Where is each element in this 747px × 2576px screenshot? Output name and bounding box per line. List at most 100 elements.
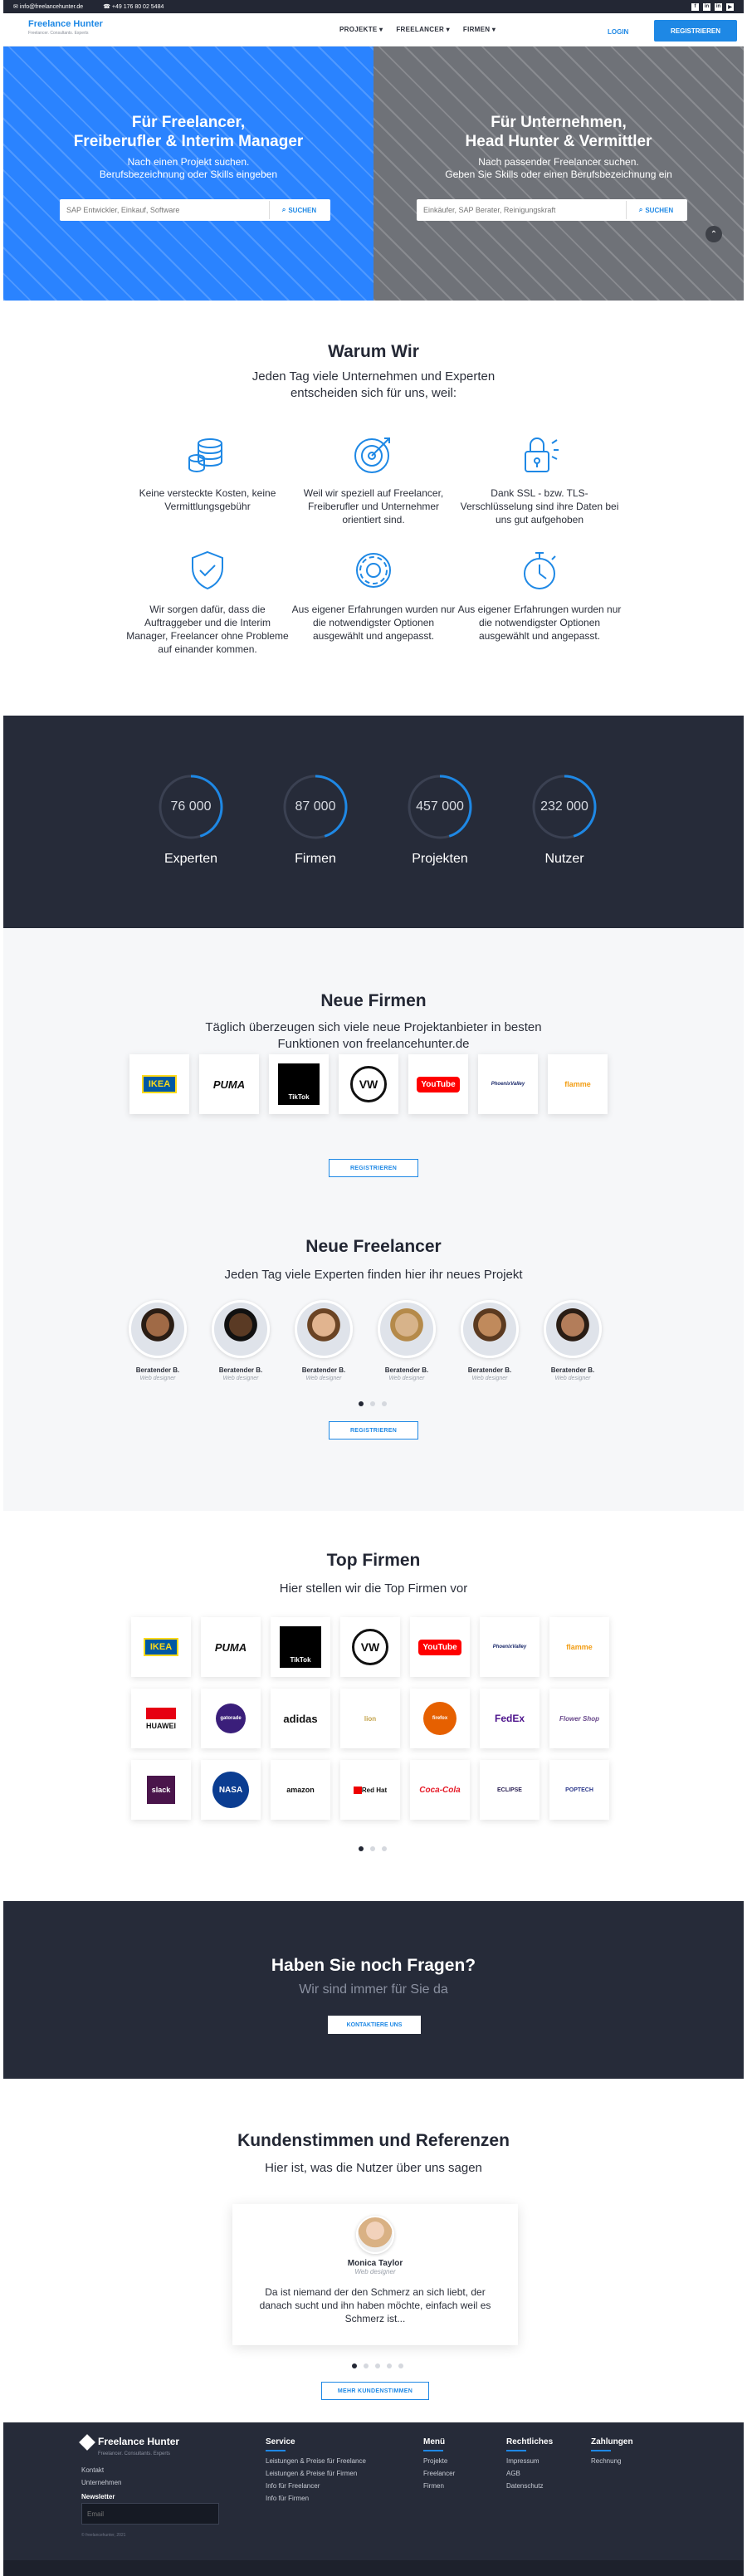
company-logo-card[interactable]: PhoenixValley xyxy=(478,1054,538,1114)
company-logo-card[interactable]: gatorade xyxy=(201,1689,261,1748)
company-logo-card[interactable]: YouTube xyxy=(408,1054,468,1114)
facebook-icon[interactable]: f xyxy=(691,2,699,11)
company-logo-card[interactable]: flamme xyxy=(549,1617,609,1677)
company-logo-card[interactable]: YouTube xyxy=(410,1617,470,1677)
footer-link[interactable]: Rechnung xyxy=(591,2455,633,2467)
footer-link[interactable]: Firmen xyxy=(423,2480,455,2492)
nav-item-freelancer[interactable]: FREELANCER ▾ xyxy=(396,26,450,33)
shield-check-icon xyxy=(192,550,223,590)
company-logo-card[interactable]: ECLIPSE xyxy=(480,1760,540,1820)
newsletter-email-input[interactable] xyxy=(81,2503,219,2525)
company-logo-card[interactable]: PUMA xyxy=(201,1617,261,1677)
footer-link-kontakt[interactable]: Kontakt xyxy=(81,2464,219,2476)
company-logo-card[interactable]: POPTECH xyxy=(549,1760,609,1820)
carousel-dot[interactable] xyxy=(375,2363,380,2368)
company-logo-card[interactable]: VW xyxy=(339,1054,398,1114)
neue-freelancer-register-button[interactable]: REGISTRIEREN xyxy=(329,1421,418,1440)
company-logo: PUMA xyxy=(212,1078,246,1091)
company-logo-card[interactable]: PhoenixValley xyxy=(480,1617,540,1677)
freelancer-card[interactable]: Beratender B. Web designer xyxy=(208,1300,274,1381)
testimonial-role: Web designer xyxy=(354,2268,396,2275)
neue-freelancer-subtitle: Jeden Tag viele Experten finden hier ihr… xyxy=(224,1268,523,1282)
neue-firmen-title: Neue Firmen xyxy=(320,991,427,1010)
company-logo-card[interactable]: IKEA xyxy=(129,1054,189,1114)
carousel-dot[interactable] xyxy=(370,1401,375,1406)
company-logo-card[interactable]: adidas xyxy=(271,1689,330,1748)
company-logo-card[interactable]: TikTok xyxy=(269,1054,329,1114)
company-logo-card[interactable]: NASA xyxy=(201,1760,261,1820)
neue-firmen-register-button[interactable]: REGISTRIEREN xyxy=(329,1159,418,1177)
testimonial-name: Monica Taylor xyxy=(347,2259,403,2268)
company-logo: lion xyxy=(364,1714,377,1723)
footer-logo[interactable]: Freelance Hunter xyxy=(79,2433,219,2451)
nav-item-projekte[interactable]: PROJEKTE ▾ xyxy=(339,26,383,33)
freelancer-card[interactable]: Beratender B. Web designer xyxy=(374,1300,440,1381)
company-logo-card[interactable]: Coca-Cola xyxy=(410,1760,470,1820)
company-logo-card[interactable]: TikTok xyxy=(271,1617,330,1677)
company-logo-card[interactable]: Red Hat xyxy=(340,1760,400,1820)
youtube-icon[interactable]: ▶ xyxy=(726,2,734,11)
footer-link[interactable]: Freelancer xyxy=(423,2467,455,2480)
project-search-button[interactable]: ⌕ SUCHEN xyxy=(269,201,329,219)
linkedin-icon[interactable]: in xyxy=(703,2,710,11)
company-logo-card[interactable]: VW xyxy=(340,1617,400,1677)
company-logo-card[interactable]: amazon xyxy=(271,1760,330,1820)
gear-icon xyxy=(356,553,391,588)
footer-link-unternehmen[interactable]: Unternehmen xyxy=(81,2476,219,2489)
freelancer-search-input[interactable] xyxy=(417,199,626,221)
feature-matching: Wir sorgen dafür, dass die Auftraggeber … xyxy=(124,548,290,656)
hero-freelancer: Für Freelancer, Freiberufler & Interim Ma… xyxy=(3,46,374,301)
footer-link[interactable]: Impressum xyxy=(506,2455,553,2467)
carousel-dot[interactable] xyxy=(398,2363,403,2368)
footer-link[interactable]: Projekte xyxy=(423,2455,455,2467)
avatar xyxy=(295,1300,353,1358)
freelancer-search-button[interactable]: ⌕ SUCHEN xyxy=(626,201,686,219)
carousel-dot[interactable] xyxy=(370,1846,375,1851)
top-firmen-carousel-dots xyxy=(359,1846,387,1851)
company-logo-card[interactable]: HUAWEI xyxy=(131,1689,191,1748)
company-logo-card[interactable]: firefox xyxy=(410,1689,470,1748)
instagram-icon[interactable]: in xyxy=(715,2,722,11)
carousel-dot[interactable] xyxy=(359,1846,364,1851)
company-logo-card[interactable]: slack xyxy=(131,1760,191,1820)
avatar xyxy=(356,2216,394,2254)
carousel-dot[interactable] xyxy=(352,2363,357,2368)
nav-item-firmen[interactable]: FIRMEN ▾ xyxy=(463,26,496,33)
carousel-dot[interactable] xyxy=(382,1846,387,1851)
project-search-input[interactable] xyxy=(60,199,269,221)
carousel-dot[interactable] xyxy=(387,2363,392,2368)
footer-link[interactable]: Leistungen & Preise für Firmen xyxy=(266,2467,366,2480)
email-contact[interactable]: ✉ info@freelancehunter.de xyxy=(13,3,83,10)
freelancer-card[interactable]: Beratender B. Web designer xyxy=(290,1300,357,1381)
phone-contact[interactable]: ☎ +49 176 80 02 5484 xyxy=(103,3,164,10)
hero-left-search: ⌕SUCHEN xyxy=(60,199,330,221)
company-logo-card[interactable]: IKEA xyxy=(131,1617,191,1677)
stat-label: Firmen xyxy=(295,852,336,866)
company-logo: Red Hat xyxy=(353,1786,387,1794)
scroll-up-button[interactable]: ⌃ xyxy=(706,226,722,242)
footer-link[interactable]: AGB xyxy=(506,2467,553,2480)
contact-button[interactable]: KONTAKTIERE UNS xyxy=(328,2016,421,2034)
footer-link[interactable]: Leistungen & Preise für Freelance xyxy=(266,2455,366,2467)
company-logo-card[interactable]: lion xyxy=(340,1689,400,1748)
carousel-dot[interactable] xyxy=(364,2363,369,2368)
hero-right-subtitle: Nach passender Freelancer suchen. Geben S… xyxy=(445,156,672,180)
footer-recht: Rechtliches Impressum AGB Datenschutz xyxy=(506,2436,553,2492)
freelancer-card[interactable]: Beratender B. Web designer xyxy=(456,1300,523,1381)
footer-menu: Menü Projekte Freelancer Firmen xyxy=(423,2436,455,2492)
carousel-dot[interactable] xyxy=(359,1401,364,1406)
carousel-dot[interactable] xyxy=(382,1401,387,1406)
login-link[interactable]: LOGIN xyxy=(608,28,628,36)
company-logo-card[interactable]: PUMA xyxy=(199,1054,259,1114)
footer-link[interactable]: Datenschutz xyxy=(506,2480,553,2492)
register-button[interactable]: REGISTRIEREN xyxy=(654,20,737,42)
company-logo-card[interactable]: Flower Shop xyxy=(549,1689,609,1748)
freelancer-card[interactable]: Beratender B. Web designer xyxy=(540,1300,606,1381)
company-logo-card[interactable]: flamme xyxy=(548,1054,608,1114)
footer-link[interactable]: Info für Freelancer xyxy=(266,2480,366,2492)
freelancer-card[interactable]: Beratender B. Web designer xyxy=(124,1300,191,1381)
footer-link[interactable]: Info für Firmen xyxy=(266,2492,366,2505)
more-testimonials-button[interactable]: MEHR KUNDENSTIMMEN xyxy=(321,2382,429,2400)
company-logo-card[interactable]: FedEx xyxy=(480,1689,540,1748)
site-logo[interactable]: Freelance Hunter Freelancer. Consultants… xyxy=(28,20,103,38)
